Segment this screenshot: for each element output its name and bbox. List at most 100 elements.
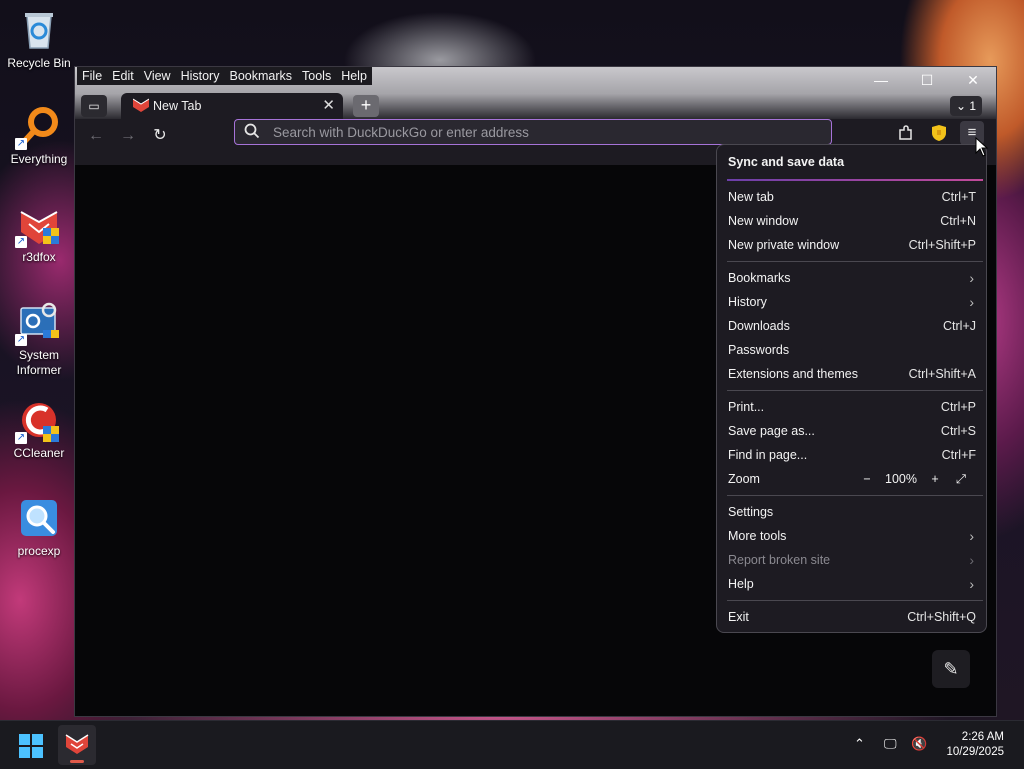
tab-bar: ▭ New Tab ✕ + ⌄ 1 bbox=[75, 93, 996, 119]
extensions-button[interactable] bbox=[894, 121, 918, 145]
menu-item-label: Downloads bbox=[728, 319, 790, 333]
firefox-view-icon: ▭ bbox=[88, 99, 100, 113]
menu-tools[interactable]: Tools bbox=[297, 67, 336, 85]
windows-start-icon[interactable] bbox=[19, 734, 43, 758]
desktop-icon-recycle-bin[interactable]: Recycle Bin bbox=[2, 8, 76, 71]
menu-help[interactable]: Help bbox=[336, 67, 372, 85]
show-hidden-icons-button[interactable]: ⌃ bbox=[854, 736, 865, 752]
desktop-icon-label: System Informer bbox=[16, 348, 62, 377]
menu-item-bookmarks[interactable]: Bookmarks › bbox=[728, 268, 976, 288]
address-input[interactable] bbox=[271, 122, 815, 142]
menu-item-exit[interactable]: Exit Ctrl+Shift+Q bbox=[728, 607, 976, 627]
menu-separator bbox=[727, 390, 983, 391]
taskbar: ⌃ 🖵 🔇 2:26 AM 10/29/2025 bbox=[0, 720, 1024, 769]
desktop-icon-procexp[interactable]: procexp bbox=[2, 496, 76, 559]
menu-item-extensions-and-themes[interactable]: Extensions and themes Ctrl+Shift+A bbox=[728, 364, 976, 384]
clock-date: 10/29/2025 bbox=[946, 746, 1004, 758]
desktop-icon-ccleaner[interactable]: ↗ CCleaner bbox=[2, 398, 76, 461]
maximize-button[interactable]: ☐ bbox=[904, 69, 950, 91]
chevron-right-icon: › bbox=[969, 552, 974, 568]
menu-item-print[interactable]: Print... Ctrl+P bbox=[728, 397, 976, 417]
tab-count: 1 bbox=[969, 99, 977, 113]
app-menu-panel: Sync and save data New tab Ctrl+T New wi… bbox=[716, 144, 987, 633]
menu-item-label: History bbox=[728, 295, 767, 309]
sync-header[interactable]: Sync and save data bbox=[728, 155, 844, 169]
shortcut-label: Ctrl+T bbox=[941, 190, 976, 204]
menu-item-find-in-page[interactable]: Find in page... Ctrl+F bbox=[728, 445, 976, 465]
tab-close-icon[interactable]: ✕ bbox=[322, 96, 335, 114]
menu-item-downloads[interactable]: Downloads Ctrl+J bbox=[728, 316, 976, 336]
chevron-down-icon: ⌄ bbox=[955, 99, 967, 113]
menu-item-more-tools[interactable]: More tools › bbox=[728, 526, 976, 546]
menu-item-help[interactable]: Help › bbox=[728, 574, 976, 594]
network-icon[interactable]: 🖵 bbox=[884, 736, 897, 752]
back-button[interactable]: ← bbox=[83, 123, 109, 149]
close-icon: ✕ bbox=[967, 72, 979, 88]
shortcut-label: Ctrl+Shift+A bbox=[908, 367, 976, 381]
title-bar[interactable]: File Edit View History Bookmarks Tools H… bbox=[75, 67, 996, 93]
menu-separator bbox=[727, 600, 983, 601]
menu-item-settings[interactable]: Settings bbox=[728, 502, 976, 522]
clock-time: 2:26 AM bbox=[961, 731, 1004, 743]
shortcut-label: Ctrl+P bbox=[940, 400, 976, 414]
menu-separator bbox=[727, 261, 983, 262]
menu-view[interactable]: View bbox=[139, 67, 176, 85]
new-tab-button[interactable]: + bbox=[353, 95, 379, 117]
shield-icon bbox=[932, 125, 946, 141]
mouse-cursor-icon bbox=[975, 137, 989, 157]
menu-bookmarks[interactable]: Bookmarks bbox=[224, 67, 297, 85]
menu-item-save-page-as[interactable]: Save page as... Ctrl+S bbox=[728, 421, 976, 441]
chevron-right-icon: › bbox=[969, 294, 974, 310]
shortcut-label: Ctrl+S bbox=[940, 424, 976, 438]
running-indicator bbox=[70, 760, 84, 763]
menu-item-new-window[interactable]: New window Ctrl+N bbox=[728, 211, 976, 231]
shortcut-label: Ctrl+J bbox=[943, 319, 976, 333]
desktop-icon-label: CCleaner bbox=[13, 446, 65, 460]
menu-item-report-broken-site: Report broken site › bbox=[728, 550, 976, 570]
ublock-shield-button[interactable] bbox=[927, 121, 951, 145]
fullscreen-icon[interactable]: ⤢ bbox=[946, 469, 976, 489]
minimize-button[interactable]: — bbox=[858, 69, 904, 91]
menu-item-passwords[interactable]: Passwords bbox=[728, 340, 976, 360]
address-bar[interactable] bbox=[234, 119, 832, 145]
volume-muted-icon[interactable]: 🔇 bbox=[911, 736, 927, 752]
close-window-button[interactable]: ✕ bbox=[950, 69, 996, 91]
zoom-controls: − 100% + ⤢ bbox=[856, 469, 976, 489]
customize-button[interactable]: ✎ bbox=[932, 650, 970, 688]
menu-separator bbox=[727, 495, 983, 496]
forward-button[interactable]: → bbox=[115, 123, 141, 149]
r3dfox-favicon-icon bbox=[133, 98, 149, 112]
desktop-icon-everything[interactable]: ↗ Everything bbox=[2, 104, 76, 167]
zoom-in-button[interactable]: + bbox=[924, 469, 946, 489]
zoom-reset-button[interactable]: 100% bbox=[878, 469, 924, 489]
menu-item-label: Settings bbox=[728, 505, 774, 519]
firefox-view-button[interactable]: ▭ bbox=[81, 95, 107, 117]
tab-new-tab[interactable]: New Tab ✕ bbox=[121, 93, 343, 119]
chevron-right-icon: › bbox=[969, 576, 974, 592]
menu-bar: File Edit View History Bookmarks Tools H… bbox=[77, 67, 372, 85]
desktop-icon-label: procexp bbox=[17, 544, 61, 558]
clock[interactable]: 2:26 AM 10/29/2025 bbox=[946, 730, 1004, 760]
ccleaner-icon: ↗ bbox=[15, 398, 61, 444]
menu-history[interactable]: History bbox=[176, 67, 225, 85]
desktop-icon-system-informer[interactable]: ↗ System Informer bbox=[2, 300, 76, 378]
menu-item-new-private-window[interactable]: New private window Ctrl+Shift+P bbox=[728, 235, 976, 255]
menu-edit[interactable]: Edit bbox=[107, 67, 139, 85]
shortcut-label: Ctrl+N bbox=[940, 214, 976, 228]
menu-item-new-tab[interactable]: New tab Ctrl+T bbox=[728, 187, 976, 207]
chevron-right-icon: › bbox=[969, 270, 974, 286]
shortcut-label: Ctrl+Shift+Q bbox=[907, 610, 976, 624]
system-informer-icon: ↗ bbox=[15, 300, 61, 346]
maximize-icon: ☐ bbox=[920, 72, 934, 88]
menu-file[interactable]: File bbox=[77, 67, 107, 85]
menu-item-history[interactable]: History › bbox=[728, 292, 976, 312]
zoom-label: Zoom bbox=[728, 472, 760, 486]
desktop-icon-r3dfox[interactable]: ↗ r3dfox bbox=[2, 202, 76, 265]
shortcut-arrow-icon: ↗ bbox=[15, 432, 27, 444]
forward-arrow-icon: → bbox=[120, 127, 136, 144]
zoom-out-button[interactable]: − bbox=[856, 469, 878, 489]
procexp-icon bbox=[17, 496, 61, 540]
list-all-tabs-button[interactable]: ⌄ 1 bbox=[950, 96, 982, 116]
taskbar-r3dfox-button[interactable] bbox=[58, 725, 96, 765]
reload-button[interactable]: ↻ bbox=[147, 123, 173, 149]
